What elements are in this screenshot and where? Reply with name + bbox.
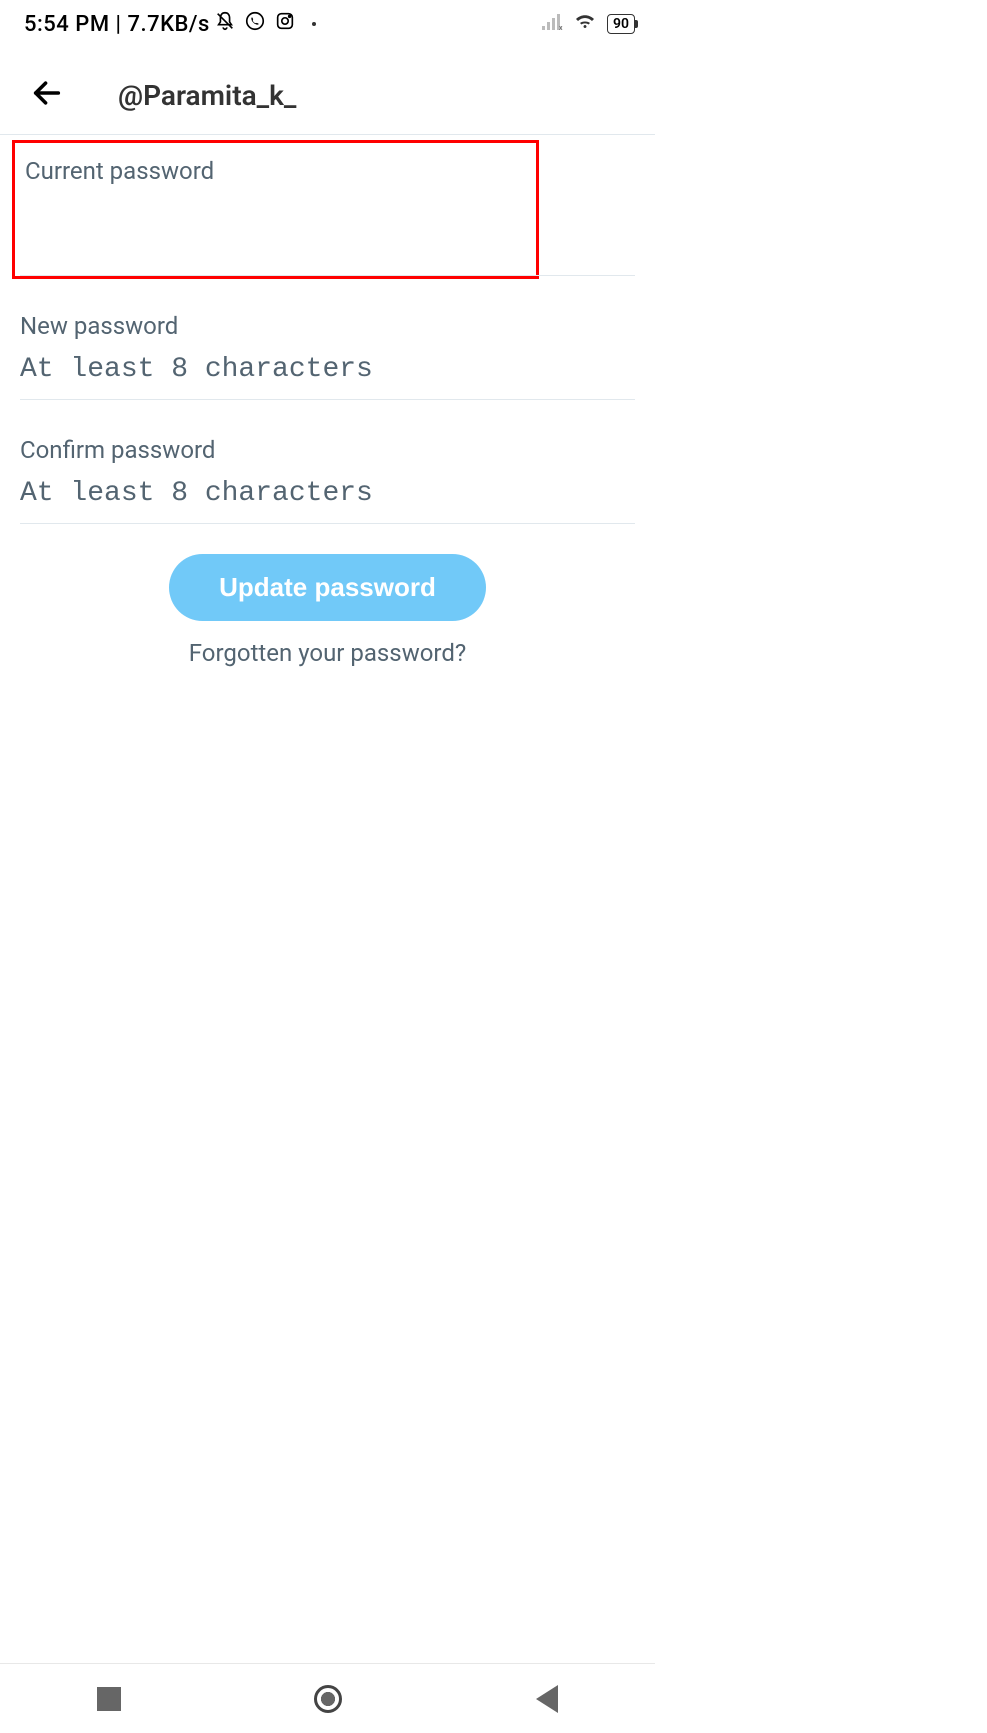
forgot-password-link[interactable]: Forgotten your password?	[189, 639, 466, 667]
bell-off-icon	[214, 10, 236, 38]
status-time: 5:54 PM	[24, 12, 110, 37]
status-bar: 5:54 PM | 7.7KB/s	[0, 0, 655, 46]
status-left: 5:54 PM | 7.7KB/s	[24, 10, 316, 38]
status-right: x 90	[541, 11, 635, 37]
confirm-password-input[interactable]	[20, 474, 635, 513]
back-nav-button[interactable]	[536, 1685, 558, 1713]
page-title: @Paramita_k_	[118, 79, 296, 112]
current-password-label: Current password	[25, 157, 526, 185]
status-dot	[312, 22, 316, 26]
battery-icon: 90	[607, 14, 635, 34]
back-button[interactable]	[30, 76, 64, 114]
svg-text:x: x	[559, 24, 563, 31]
instagram-icon	[274, 10, 296, 38]
header-divider	[0, 134, 655, 135]
current-password-input[interactable]	[25, 195, 526, 234]
android-nav-bar	[0, 1663, 655, 1733]
wifi-icon	[573, 11, 597, 37]
status-data-rate: 7.7KB/s	[127, 12, 209, 37]
signal-icon: x	[541, 12, 563, 37]
new-password-group: New password	[0, 276, 655, 399]
status-separator: |	[110, 12, 128, 37]
recent-apps-button[interactable]	[97, 1687, 121, 1711]
new-password-label: New password	[20, 312, 635, 340]
home-button[interactable]	[314, 1685, 342, 1713]
current-password-group: Current password	[12, 140, 539, 279]
app-header: @Paramita_k_	[0, 46, 655, 134]
password-form: Current password New password Confirm pa…	[0, 140, 655, 697]
update-password-button[interactable]: Update password	[169, 554, 486, 621]
whatsapp-icon	[244, 10, 266, 38]
button-section: Update password Forgotten your password?	[0, 524, 655, 697]
battery-level: 90	[613, 16, 629, 32]
new-password-input[interactable]	[20, 350, 635, 389]
confirm-password-label: Confirm password	[20, 436, 635, 464]
confirm-password-group: Confirm password	[0, 400, 655, 523]
